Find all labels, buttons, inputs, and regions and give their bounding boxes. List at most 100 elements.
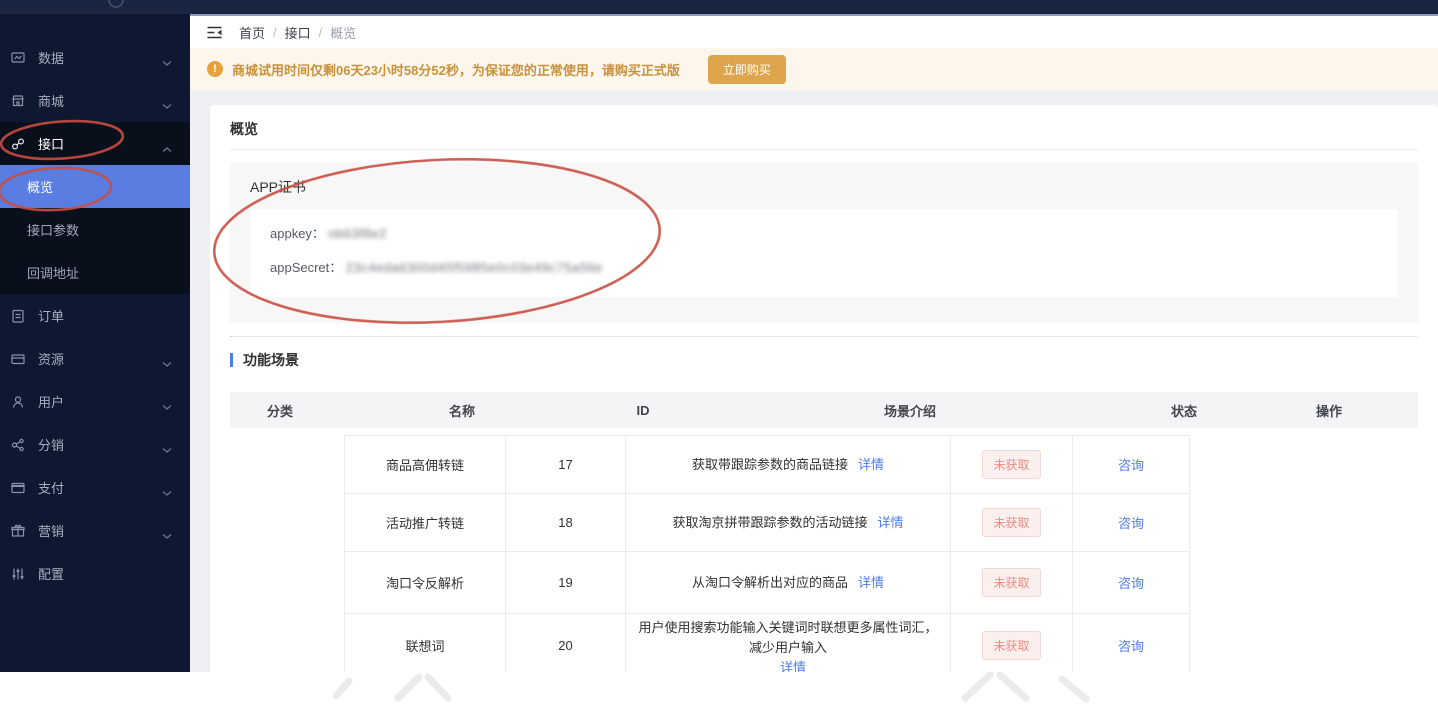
- data-icon: [10, 50, 26, 66]
- breadcrumb-home[interactable]: 首页: [239, 23, 265, 42]
- detail-link[interactable]: 详情: [878, 513, 904, 533]
- scene-status-cell: 未获取: [950, 435, 1072, 493]
- sidebar-item-api[interactable]: 接口: [0, 122, 190, 165]
- sidebar-item-label: 配置: [38, 567, 65, 582]
- chevron-up-icon: [162, 141, 172, 152]
- scene-id-cell: 17: [505, 435, 625, 493]
- scene-id-cell: 18: [505, 493, 625, 551]
- main-content: 首页 / 接口 / 概览 ! 商城试用时间仅剩06天23小时58分52秒，为保证…: [190, 14, 1438, 672]
- status-tag: 未获取: [982, 508, 1041, 537]
- table-row: 联想词 20 用户使用搜索功能输入关键词时联想更多属性词汇，减少用户输入详情 未…: [344, 613, 1190, 672]
- sidebar-subitem-label: 接口参数: [27, 223, 80, 238]
- certificate-box: appkey： nb63f8e2 appSecret： 23c4eda6300d…: [250, 209, 1398, 297]
- sidebar-item-data[interactable]: 数据: [0, 36, 190, 79]
- sidebar-item-payment[interactable]: 支付: [0, 466, 190, 509]
- app-certificate-section: APP证书 appkey： nb63f8e2 appSecret： 23c4ed…: [230, 163, 1418, 323]
- menu-fold-icon[interactable]: [206, 25, 223, 40]
- scene-action-cell: 咨询: [1072, 613, 1190, 672]
- consult-link[interactable]: 咨询: [1118, 455, 1144, 474]
- api-link-icon: [10, 136, 26, 152]
- sidebar: 数据 商城 接口 概览 接口参数 回调地址 订单 资源 用户 分销 支付 营销 …: [0, 14, 190, 672]
- appkey-label: appkey：: [270, 226, 325, 241]
- sidebar-item-settings[interactable]: 配置: [0, 552, 190, 595]
- col-actions: 操作: [1315, 403, 1342, 419]
- app-window: 数据 商城 接口 概览 接口参数 回调地址 订单 资源 用户 分销 支付 营销 …: [0, 0, 1438, 720]
- sidebar-item-resources[interactable]: 资源: [0, 337, 190, 380]
- scene-name: 商品高佣转链: [385, 458, 464, 473]
- resource-icon: [10, 351, 26, 367]
- mall-icon: [10, 93, 26, 109]
- certificate-title: APP证书: [250, 179, 307, 195]
- scenes-section-title: 功能场景: [243, 352, 299, 368]
- overview-card: 概览 APP证书 appkey： nb63f8e2 appSecret： 23c…: [210, 105, 1438, 672]
- chevron-down-icon: [162, 356, 172, 367]
- sidebar-subitem-callback-address[interactable]: 回调地址: [0, 251, 190, 294]
- appsecret-label: appSecret：: [270, 260, 343, 275]
- breadcrumb-separator: /: [273, 24, 277, 40]
- user-icon: [10, 394, 26, 410]
- scene-action-cell: 咨询: [1072, 493, 1190, 551]
- breadcrumb-separator: /: [318, 24, 323, 40]
- scene-desc: 获取带跟踪参数的商品链接: [691, 456, 848, 472]
- sidebar-subitem-label: 回调地址: [27, 266, 80, 281]
- chevron-down-icon: [162, 55, 172, 66]
- detail-link[interactable]: 详情: [858, 573, 884, 593]
- sidebar-subitem-overview[interactable]: 概览: [0, 165, 190, 208]
- scene-desc: 获取淘京拼带跟踪参数的活动链接: [672, 514, 868, 530]
- appkey-row: appkey： nb63f8e2: [270, 225, 1378, 243]
- warning-icon: !: [207, 61, 223, 77]
- scenes-section-header: 功能场景: [230, 350, 1418, 370]
- col-id: ID: [636, 402, 650, 418]
- gift-icon: [10, 523, 26, 539]
- scene-status-cell: 未获取: [950, 493, 1072, 551]
- scene-name: 联想词: [405, 638, 445, 654]
- col-scene-intro: 场景介绍: [883, 403, 936, 419]
- col-category: 分类: [266, 403, 293, 419]
- scene-id: 20: [558, 637, 573, 653]
- sidebar-item-distribution[interactable]: 分销: [0, 423, 190, 466]
- scene-status-cell: 未获取: [950, 613, 1072, 672]
- trial-message: 商城试用时间仅剩06天23小时58分52秒，为保证您的正常使用，请购买正式版: [232, 62, 680, 78]
- scene-id-cell: 19: [505, 551, 625, 613]
- table-row: 活动推广转链 18 获取淘京拼带跟踪参数的活动链接 详情 未获取 咨询: [344, 493, 1190, 551]
- detail-link[interactable]: 详情: [858, 455, 884, 475]
- sidebar-subitem-api-params[interactable]: 接口参数: [0, 208, 190, 251]
- topbar: [0, 0, 1438, 14]
- trial-warning-banner: ! 商城试用时间仅剩06天23小时58分52秒，为保证您的正常使用，请购买正式版…: [190, 48, 1438, 90]
- scene-name-cell: 商品高佣转链: [344, 435, 505, 493]
- scene-id: 17: [558, 457, 573, 472]
- sidebar-item-orders[interactable]: 订单: [0, 294, 190, 337]
- appkey-value: nb63f8e2: [328, 226, 387, 241]
- appsecret-value: 23c4eda6300d45f5985e0c03e49c75a56e: [345, 260, 603, 275]
- scene-desc-cell: 从淘口令解析出对应的商品 详情: [625, 551, 950, 613]
- breadcrumb-bar: 首页 / 接口 / 概览: [190, 16, 1438, 48]
- breadcrumb-current: 概览: [330, 25, 357, 41]
- sidebar-item-marketing[interactable]: 营销: [0, 509, 190, 552]
- scene-action-cell: 咨询: [1072, 435, 1190, 493]
- scene-id: 18: [558, 515, 573, 530]
- breadcrumb-api[interactable]: 接口: [285, 23, 311, 42]
- scene-name: 淘口令反解析: [385, 576, 464, 591]
- consult-link[interactable]: 咨询: [1118, 636, 1144, 655]
- status-tag: 未获取: [982, 568, 1041, 597]
- sidebar-item-mall[interactable]: 商城: [0, 79, 190, 122]
- scene-desc: 用户使用搜索功能输入关键词时联想更多属性词汇，减少用户输入: [638, 620, 938, 655]
- scene-name-cell: 淘口令反解析: [344, 551, 505, 613]
- buy-now-button[interactable]: 立即购买: [707, 54, 786, 84]
- consult-link[interactable]: 咨询: [1118, 513, 1144, 532]
- scene-id: 19: [558, 575, 573, 590]
- scene-id-cell: 20: [505, 613, 625, 672]
- sidebar-item-users[interactable]: 用户: [0, 380, 190, 423]
- scene-desc-cell: 获取带跟踪参数的商品链接 详情: [625, 435, 950, 493]
- table-header: 分类 名称 ID 场景介绍 状态 操作: [230, 392, 1418, 428]
- dotted-divider: [230, 336, 1418, 337]
- sidebar-subitem-label: 概览: [27, 180, 54, 195]
- detail-link[interactable]: 详情: [780, 658, 806, 672]
- scene-status-cell: 未获取: [950, 551, 1072, 613]
- section-accent-bar: [230, 353, 233, 367]
- chevron-down-icon: [162, 98, 172, 109]
- logo-icon: [108, 0, 124, 8]
- distribution-icon: [10, 437, 26, 453]
- sidebar-item-label: 订单: [38, 309, 65, 324]
- consult-link[interactable]: 咨询: [1118, 573, 1144, 592]
